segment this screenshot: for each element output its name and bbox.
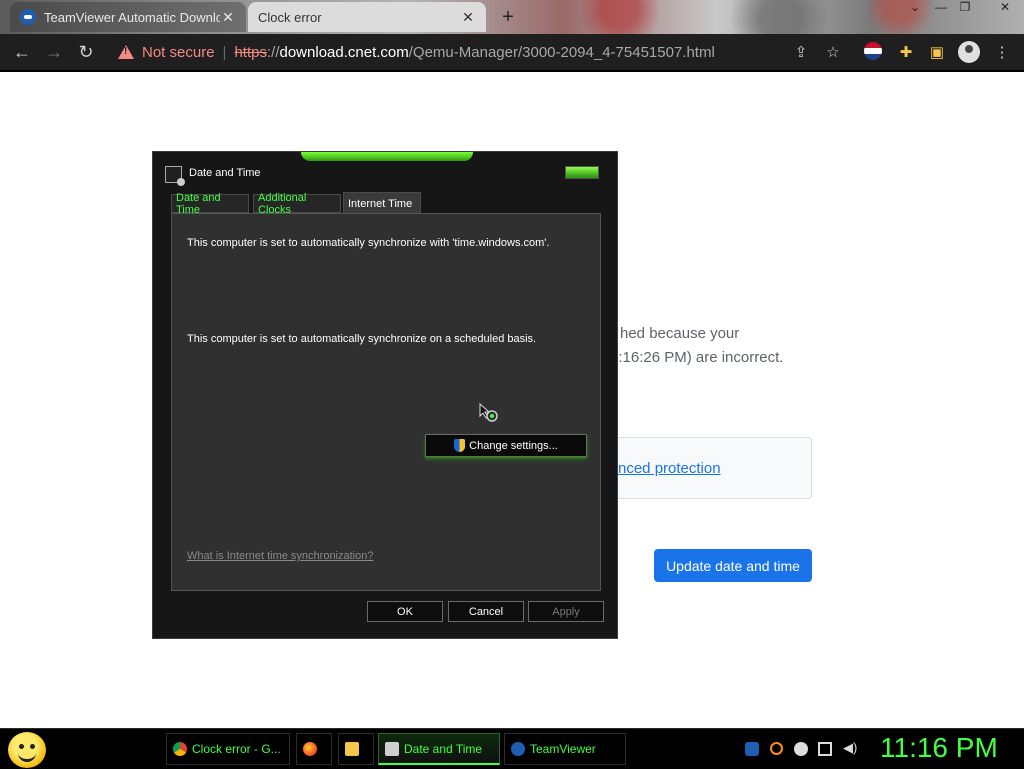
security-label[interactable]: Not secure <box>142 44 215 61</box>
taskbar-item-label: Clock error - G... <box>192 742 281 756</box>
tab-title: Clock error <box>258 9 322 25</box>
warning-icon <box>118 45 134 59</box>
dialog-title: Date and Time <box>189 167 261 179</box>
error-text-line-2: 1:16:26 PM) are incorrect. <box>610 349 784 366</box>
taskbar-clock[interactable]: 11:16 PM <box>880 732 998 764</box>
volume-icon[interactable]: ◀) <box>843 740 857 755</box>
minimize-button[interactable]: — <box>930 0 952 18</box>
chevron-down-icon[interactable]: ⌄ <box>904 0 926 18</box>
tab-date-and-time[interactable]: Date and Time <box>171 192 249 216</box>
tab-additional-clocks[interactable]: Additional Clocks <box>253 192 341 216</box>
internet-time-panel: This computer is set to automatically sy… <box>171 213 601 591</box>
teamviewer-favicon-icon <box>20 9 36 25</box>
taskbar-item-date-time[interactable]: Date and Time <box>378 733 500 765</box>
tray-update-icon[interactable] <box>745 742 759 756</box>
menu-icon[interactable]: ⋮ <box>992 42 1012 62</box>
close-tab-icon[interactable]: ✕ <box>460 9 476 26</box>
forward-icon[interactable]: → <box>42 40 66 64</box>
share-icon[interactable]: ⇪ <box>791 42 811 62</box>
taskbar-item-teamviewer[interactable]: TeamViewer <box>504 733 626 765</box>
taskbar: Clock error - G... Date and Time TeamVie… <box>0 728 1024 769</box>
change-settings-button[interactable]: Change settings... <box>425 434 587 457</box>
tab-clock-error[interactable]: Clock error ✕ <box>248 2 486 32</box>
uac-shield-icon <box>454 439 466 452</box>
tab-title: TeamViewer Automatic Downloa <box>44 9 220 25</box>
taskbar-item-explorer[interactable] <box>338 733 374 765</box>
enhanced-protection-link[interactable]: nced protection <box>618 460 721 477</box>
dialog-close-button[interactable] <box>565 166 599 179</box>
sidebar-icon[interactable]: ▣ <box>927 42 947 62</box>
profile-icon[interactable] <box>958 41 980 63</box>
update-date-time-button[interactable]: Update date and time <box>654 549 812 582</box>
help-link[interactable]: What is Internet time synchronization? <box>187 550 373 562</box>
extensions-icon[interactable]: ✚ <box>896 42 916 62</box>
star-icon[interactable]: ☆ <box>823 42 843 62</box>
reload-icon[interactable]: ↻ <box>74 40 98 64</box>
maximize-button[interactable]: ❐ <box>954 0 976 18</box>
datetime-icon <box>385 741 399 756</box>
apply-button[interactable]: Apply <box>528 601 604 622</box>
tray-search-icon[interactable] <box>770 742 783 755</box>
change-settings-label: Change settings... <box>469 439 558 452</box>
url-path: /Qemu-Manager/3000-2094_4-75451507.html <box>408 43 715 61</box>
tab-teamviewer[interactable]: TeamViewer Automatic Downloa ✕ <box>10 2 246 32</box>
sync-server-text: This computer is set to automatically sy… <box>187 237 550 249</box>
url-scheme: https <box>234 43 267 61</box>
error-text-line-1: hed because your <box>620 325 740 342</box>
folder-icon <box>345 742 359 756</box>
new-tab-button[interactable]: + <box>498 6 518 29</box>
title-glow <box>301 152 473 161</box>
ok-button[interactable]: OK <box>367 601 443 622</box>
close-tab-icon[interactable]: ✕ <box>220 9 236 26</box>
taskbar-item-label: Date and Time <box>404 741 483 756</box>
close-window-button[interactable]: ✕ <box>994 0 1016 18</box>
tab-internet-time[interactable]: Internet Time <box>343 192 421 214</box>
browser-toolbar: ← → ↻ Not secure | https://download.cnet… <box>0 34 1024 72</box>
taskbar-item-chrome[interactable]: Clock error - G... <box>166 733 290 765</box>
url-host: download.cnet.com <box>279 43 409 61</box>
tray-emoji-icon[interactable] <box>794 742 808 756</box>
start-button[interactable] <box>8 732 46 768</box>
busy-cursor-icon <box>479 402 498 422</box>
cancel-button[interactable]: Cancel <box>448 601 524 622</box>
back-icon[interactable]: ← <box>10 40 34 64</box>
taskbar-item-firefox[interactable] <box>296 733 332 765</box>
chrome-icon <box>173 742 187 756</box>
teamviewer-icon <box>511 742 525 756</box>
date-time-icon <box>165 166 185 186</box>
taskbar-item-label: TeamViewer <box>530 742 596 756</box>
network-icon[interactable] <box>818 742 832 756</box>
divider: | <box>222 43 227 61</box>
language-flag-icon[interactable] <box>864 42 882 60</box>
address-bar[interactable]: Not secure | https://download.cnet.com/Q… <box>108 37 812 67</box>
tab-strip: TeamViewer Automatic Downloa ✕ Clock err… <box>0 0 1024 34</box>
firefox-icon <box>303 742 317 756</box>
url-separator: :// <box>266 43 280 61</box>
date-time-dialog: Date and Time Date and Time Additional C… <box>152 151 618 639</box>
sync-schedule-text: This computer is set to automatically sy… <box>187 333 537 345</box>
